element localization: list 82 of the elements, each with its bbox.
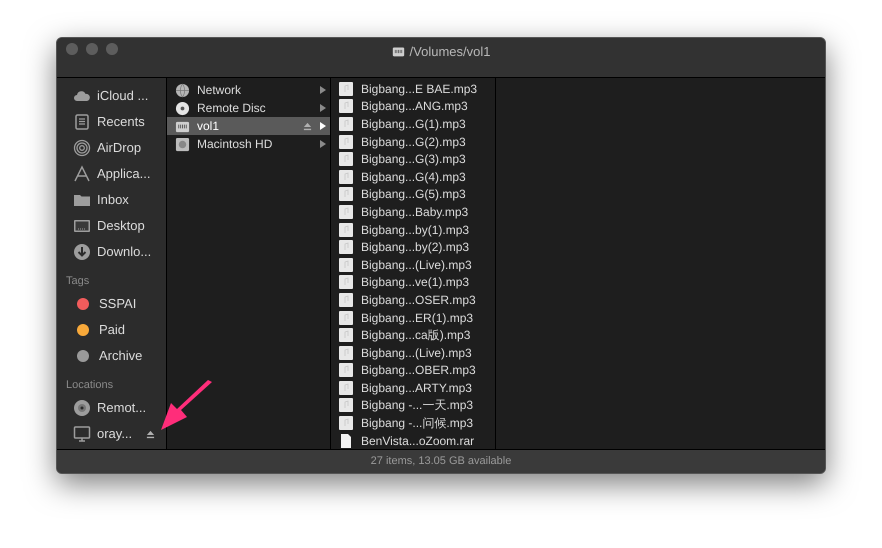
music-file-icon bbox=[339, 187, 353, 202]
file-name[interactable]: Bigbang -...一天.mp3 bbox=[361, 396, 474, 414]
music-file-icon bbox=[339, 99, 353, 114]
desktop-icon bbox=[73, 217, 91, 235]
music-file-icon bbox=[339, 328, 353, 342]
music-file-icon bbox=[339, 416, 353, 430]
eject-icon[interactable] bbox=[303, 122, 312, 130]
music-file-icon bbox=[339, 310, 353, 325]
sidebar-item[interactable]: iCloud ... bbox=[57, 83, 166, 109]
file-name[interactable]: Bigbang...Baby.mp3 bbox=[361, 202, 468, 221]
section-heading: Locations bbox=[65, 378, 114, 393]
music-file-icon bbox=[339, 240, 353, 254]
drive-icon bbox=[392, 45, 405, 58]
file-name[interactable]: Bigbang...G(3).mp3 bbox=[361, 150, 466, 168]
file-name[interactable]: Bigbang...ca版).mp3 bbox=[361, 326, 470, 344]
file-name[interactable]: Bigbang...ANG.mp3 bbox=[361, 97, 468, 116]
eject-icon[interactable] bbox=[146, 430, 156, 438]
sidebar-item[interactable]: Paid bbox=[57, 317, 166, 343]
download-icon bbox=[73, 243, 91, 261]
file-name[interactable]: Bigbang...by(2).mp3 bbox=[361, 238, 470, 256]
hard-drive-icon bbox=[175, 136, 190, 152]
music-file-icon bbox=[339, 398, 353, 412]
music-file-icon bbox=[339, 222, 353, 237]
file-name[interactable]: Bigbang...(Live).mp3 bbox=[361, 344, 472, 362]
status-text: 27 items, 13.05 GB available bbox=[370, 454, 512, 470]
file-name[interactable]: Bigbang...G(4).mp3 bbox=[361, 168, 466, 186]
music-file-icon bbox=[339, 380, 353, 395]
volume-row[interactable]: vol1 bbox=[167, 117, 330, 135]
file-name[interactable]: Bigbang...(Live).mp3 bbox=[361, 256, 472, 274]
file-name[interactable]: Bigbang -...问候.mp3 bbox=[361, 414, 474, 432]
sidebar-item[interactable]: Inbox bbox=[57, 187, 166, 213]
zoom-button[interactable] bbox=[106, 43, 118, 55]
sidebar-item[interactable]: AirDrop bbox=[57, 135, 166, 161]
file-name[interactable]: Bigbang...by(1).mp3 bbox=[361, 220, 470, 239]
globe-icon bbox=[175, 82, 190, 98]
sidebar-item[interactable]: Desktop bbox=[57, 213, 166, 239]
monitor-icon bbox=[73, 425, 91, 443]
file-name[interactable]: Bigbang...E BAE.mp3 bbox=[361, 80, 478, 98]
music-file-icon bbox=[339, 134, 353, 149]
tray-icon bbox=[73, 113, 91, 131]
sidebar-item[interactable]: Downlo... bbox=[57, 239, 166, 265]
sidebar-item[interactable]: Remot... bbox=[57, 395, 148, 421]
file-name[interactable]: Bigbang...ARTY.mp3 bbox=[361, 378, 472, 397]
section-heading: Tags bbox=[65, 274, 90, 289]
volume-row[interactable]: Macintosh HD bbox=[167, 135, 330, 153]
minimize-button[interactable] bbox=[86, 43, 98, 55]
file-name[interactable]: Bigbang...ve(1).mp3 bbox=[361, 273, 470, 292]
file-name[interactable]: BenVista...oZoom.rar bbox=[361, 432, 474, 450]
music-file-icon bbox=[339, 292, 353, 307]
music-file-icon bbox=[339, 258, 353, 272]
music-file-icon bbox=[339, 82, 353, 96]
sidebar-item[interactable]: SSPAI bbox=[57, 291, 166, 317]
sidebar-item[interactable]: Archive bbox=[57, 343, 166, 369]
disclosure-arrow-icon bbox=[320, 140, 326, 148]
music-file-icon bbox=[339, 346, 353, 360]
disc-icon bbox=[175, 100, 190, 116]
music-file-icon bbox=[339, 116, 353, 131]
document-icon bbox=[339, 434, 353, 448]
sidebar-item[interactable]: Recents bbox=[57, 109, 166, 135]
file-name[interactable]: Bigbang...OBER.mp3 bbox=[361, 361, 476, 380]
file-name[interactable]: Bigbang...G(1).mp3 bbox=[361, 114, 466, 133]
file-name[interactable]: Bigbang...ER(1).mp3 bbox=[361, 308, 474, 327]
music-file-icon bbox=[339, 275, 353, 290]
sidebar-item[interactable]: Applica... bbox=[57, 161, 166, 187]
compass-a-icon bbox=[73, 165, 91, 183]
close-button[interactable] bbox=[66, 43, 78, 55]
file-name[interactable]: Bigbang...G(5).mp3 bbox=[361, 185, 466, 204]
music-file-icon bbox=[339, 363, 353, 378]
volume-row[interactable]: Remote Disc bbox=[167, 99, 330, 117]
sidebar-item[interactable]: oray... bbox=[57, 421, 156, 447]
airdrop-icon bbox=[73, 139, 91, 157]
window-title: /Volumes/vol1 bbox=[410, 43, 490, 61]
file-name[interactable]: Bigbang...OSER.mp3 bbox=[361, 290, 476, 309]
music-file-icon bbox=[339, 204, 353, 219]
file-name[interactable]: Bigbang...G(2).mp3 bbox=[361, 132, 466, 151]
disc-icon bbox=[73, 399, 91, 417]
music-file-icon bbox=[339, 152, 353, 166]
volume-row[interactable]: Network bbox=[167, 81, 330, 99]
disclosure-arrow-icon bbox=[320, 122, 326, 130]
music-file-icon bbox=[339, 170, 353, 184]
disclosure-arrow-icon bbox=[320, 104, 326, 112]
disclosure-arrow-icon bbox=[320, 86, 326, 94]
